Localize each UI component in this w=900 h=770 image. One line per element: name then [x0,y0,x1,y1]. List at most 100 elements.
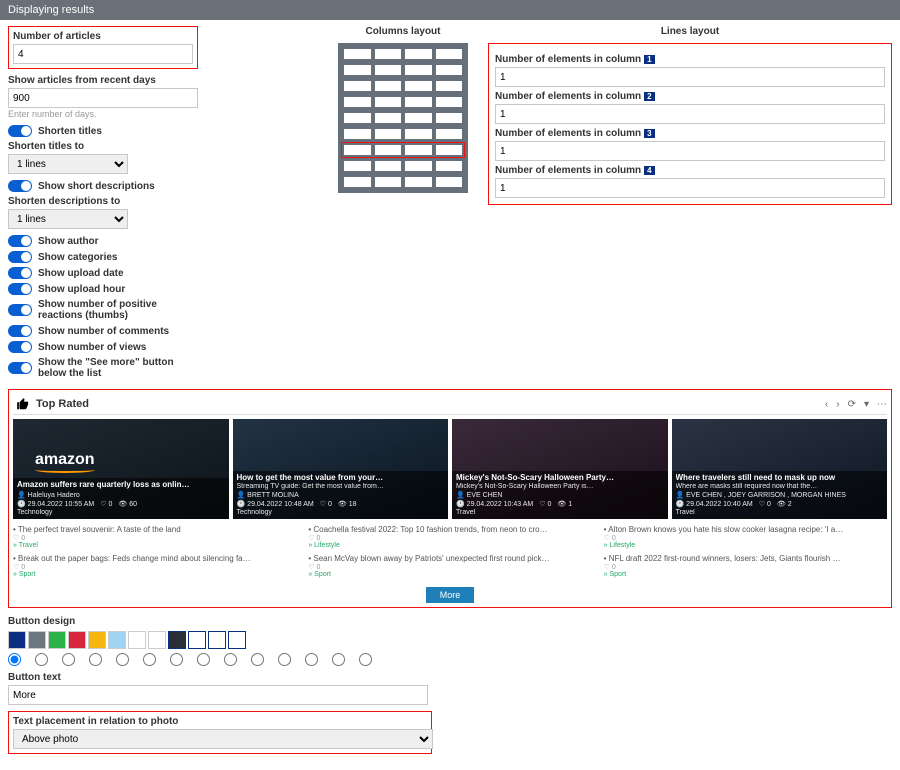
card-2[interactable]: How to get the most value from your… Str… [233,419,449,519]
color-radio-6[interactable] [170,653,183,666]
short-desc-label: Show short descriptions [38,181,155,192]
toggle-comments[interactable] [8,325,32,337]
swatch-6[interactable] [128,631,146,649]
lines-layout-column: Lines layout Number of elements in colum… [488,26,892,383]
number-of-articles-field: Number of articles [8,26,198,69]
color-radios [8,653,432,666]
short-desc-toggle[interactable] [8,180,32,192]
list-item[interactable]: • NFL draft 2022 first-round winners, lo… [604,554,887,578]
swatch-3[interactable] [68,631,86,649]
lines-col-1-input[interactable] [495,67,885,87]
toggle-see-more-label: Show the "See more" button below the lis… [38,357,198,379]
button-design-label: Button design [8,616,432,627]
color-radio-2[interactable] [62,653,75,666]
color-radio-12[interactable] [332,653,345,666]
columns-layout-title: Columns layout [338,26,468,37]
list-item[interactable]: • Sean McVay blown away by Patriots' une… [308,554,591,578]
color-radio-7[interactable] [197,653,210,666]
text-placement-label: Text placement in relation to photo [13,716,427,727]
lines-layout-title: Lines layout [488,26,892,37]
toggle-comments-label: Show number of comments [38,326,169,337]
color-radio-5[interactable] [143,653,156,666]
shorten-titles-toggle[interactable] [8,125,32,137]
card-4[interactable]: Where travelers still need to mask up no… [672,419,888,519]
color-swatches [8,631,432,649]
number-of-articles-label: Number of articles [13,31,193,42]
shorten-desc-to-label: Shorten descriptions to [8,196,198,207]
list-item[interactable]: • Break out the paper bags: Feds change … [13,554,296,578]
text-placement-field: Text placement in relation to photo Abov… [8,711,432,754]
menu-icon[interactable]: ▾ [864,399,869,410]
toggle-author-label: Show author [38,236,99,247]
page-title: Displaying results [8,4,94,16]
number-of-articles-input[interactable] [13,44,193,64]
color-radio-4[interactable] [116,653,129,666]
preview-list: • The perfect travel souvenir: A taste o… [13,525,887,583]
color-radio-13[interactable] [359,653,372,666]
card-3[interactable]: Mickey's Not-So-Scary Halloween Party… M… [452,419,668,519]
toggle-views[interactable] [8,341,32,353]
columns-layout-column: Columns layout [338,26,468,383]
lines-col-2-input[interactable] [495,104,885,124]
swatch-5[interactable] [108,631,126,649]
recent-days-label: Show articles from recent days [8,75,198,86]
toggle-author[interactable] [8,235,32,247]
toggle-thumbs-label: Show number of positive reactions (thumb… [38,299,198,321]
color-radio-3[interactable] [89,653,102,666]
shorten-titles-to-label: Shorten titles to [8,141,198,152]
swatch-0[interactable] [8,631,26,649]
swatch-10[interactable] [208,631,226,649]
toggle-categories-label: Show categories [38,252,117,263]
list-item[interactable]: • The perfect travel souvenir: A taste o… [13,525,296,549]
toggle-see-more[interactable] [8,362,32,374]
toggle-views-label: Show number of views [38,342,146,353]
refresh-icon[interactable]: ⟳ [848,399,856,410]
color-radio-9[interactable] [251,653,264,666]
shorten-titles-label: Shorten titles [38,126,102,137]
swatch-1[interactable] [28,631,46,649]
swatch-8[interactable] [168,631,186,649]
thumbs-up-icon [16,397,30,411]
toggle-categories[interactable] [8,251,32,263]
toggle-upload-hour-label: Show upload hour [38,284,125,295]
toggle-thumbs[interactable] [8,304,32,316]
swatch-2[interactable] [48,631,66,649]
lines-col-4-input[interactable] [495,178,885,198]
button-text-input[interactable] [8,685,428,705]
color-radio-10[interactable] [278,653,291,666]
lines-layout-box: Number of elements in column1 Number of … [488,43,892,205]
recent-days-field: Show articles from recent days Enter num… [8,75,198,119]
columns-layout-grid[interactable] [338,43,468,193]
toggle-upload-date[interactable] [8,267,32,279]
text-placement-select[interactable]: Above photo [13,729,433,749]
preview-cards: amazon Amazon suffers rare quarterly los… [13,419,887,519]
more-icon[interactable]: ⋯ [877,399,887,410]
toggle-upload-hour[interactable] [8,283,32,295]
swatch-9[interactable] [188,631,206,649]
shorten-desc-to-select[interactable]: 1 lines [8,209,128,229]
prev-icon[interactable]: ‹ [825,399,828,410]
card-1[interactable]: amazon Amazon suffers rare quarterly los… [13,419,229,519]
list-item[interactable]: • Alton Brown knows you hate his slow co… [604,525,887,549]
more-button[interactable]: More [426,587,475,603]
page-header: Displaying results [0,0,900,20]
shorten-titles-to-select[interactable]: 1 lines [8,154,128,174]
color-radio-0[interactable] [8,653,21,666]
toggle-upload-date-label: Show upload date [38,268,124,279]
recent-days-hint: Enter number of days. [8,109,198,119]
recent-days-input[interactable] [8,88,198,108]
bottom-settings: Button design Button text Text placement… [0,616,440,770]
list-item[interactable]: • Coachella festival 2022: Top 10 fashio… [308,525,591,549]
next-icon[interactable]: › [836,399,839,410]
swatch-11[interactable] [228,631,246,649]
swatch-7[interactable] [148,631,166,649]
amazon-logo: amazon [35,451,95,473]
lines-col-3-input[interactable] [495,141,885,161]
color-radio-1[interactable] [35,653,48,666]
color-radio-11[interactable] [305,653,318,666]
left-settings-column: Number of articles Show articles from re… [8,26,198,383]
preview-panel: Top Rated ‹ › ⟳ ▾ ⋯ amazon Amazon suffer… [8,389,892,608]
swatch-4[interactable] [88,631,106,649]
button-text-label: Button text [8,672,432,683]
color-radio-8[interactable] [224,653,237,666]
